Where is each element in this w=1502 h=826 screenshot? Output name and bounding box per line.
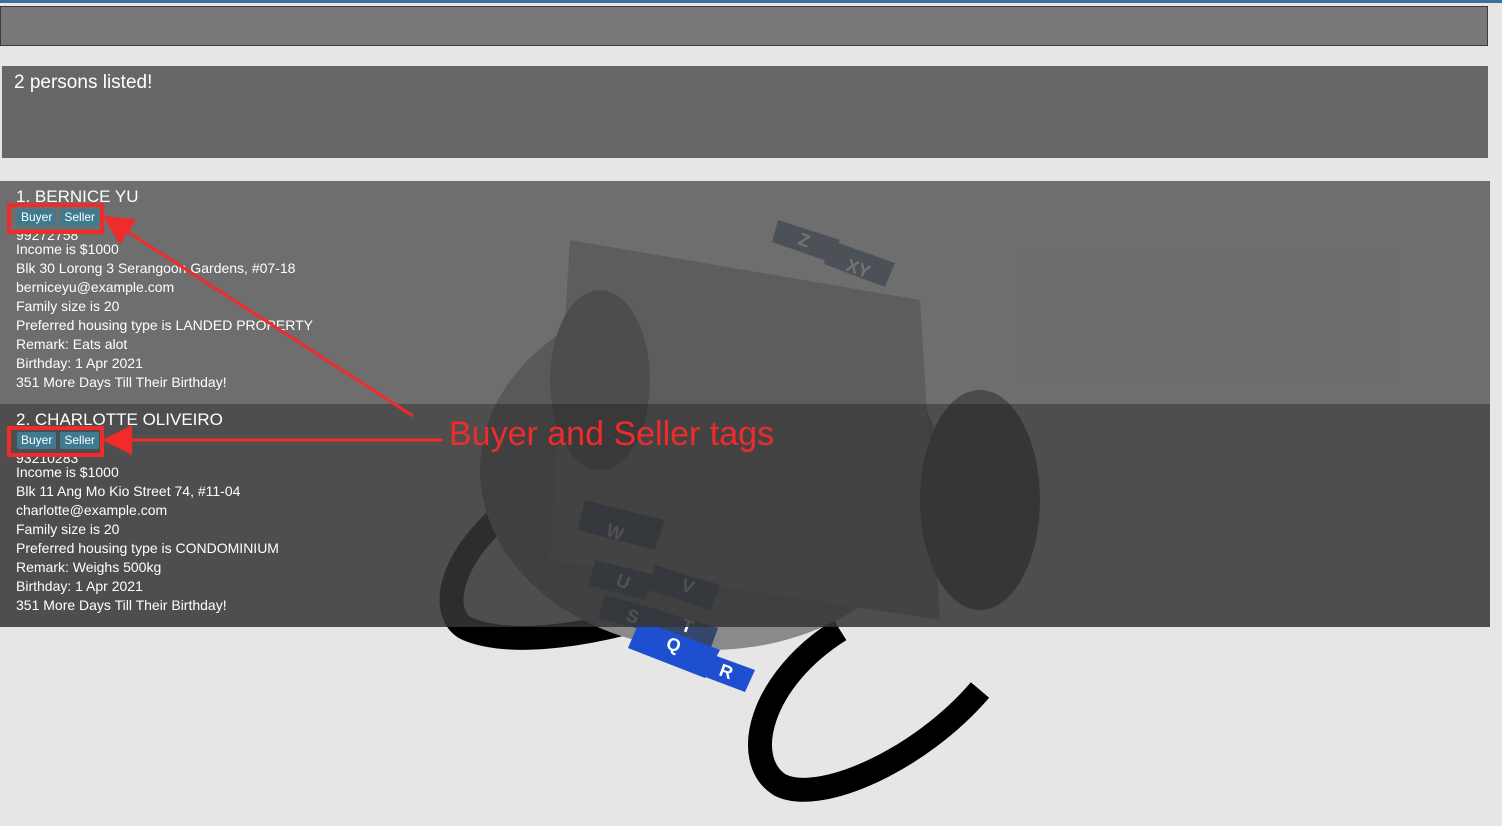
result-display: 2 persons listed! bbox=[2, 66, 1488, 158]
person-family-size: Family size is 20 bbox=[16, 298, 120, 314]
person-address: Blk 11 Ang Mo Kio Street 74, #11-04 bbox=[16, 483, 241, 499]
person-birthday-countdown: 351 More Days Till Their Birthday! bbox=[16, 374, 227, 390]
command-input[interactable] bbox=[0, 6, 1488, 46]
annotation-label: Buyer and Seller tags bbox=[449, 415, 775, 453]
person-birthday: Birthday: 1 Apr 2021 bbox=[16, 355, 143, 371]
person-address: Blk 30 Lorong 3 Serangoon Gardens, #07-1… bbox=[16, 260, 296, 276]
person-name: 1. BERNICE YU bbox=[16, 187, 139, 206]
person-remark: Remark: Weighs 500kg bbox=[16, 559, 162, 575]
person-email: charlotte@example.com bbox=[16, 502, 168, 518]
person-family-size: Family size is 20 bbox=[16, 521, 120, 537]
person-phone: 99272758 bbox=[16, 228, 79, 240]
annotation-box-1 bbox=[7, 203, 104, 234]
person-housing-type: Preferred housing type is LANDED PROPERT… bbox=[16, 317, 313, 333]
tag-list: Buyer Seller bbox=[17, 209, 1474, 228]
person-birthday-countdown: 351 More Days Till Their Birthday! bbox=[16, 597, 227, 613]
result-message: 2 persons listed! bbox=[14, 72, 153, 93]
annotation-box-2 bbox=[7, 426, 104, 457]
person-income: Income is $1000 bbox=[16, 241, 119, 257]
person-list[interactable]: 1. BERNICE YU Buyer Seller 99272758 Inco… bbox=[0, 181, 1490, 627]
person-card-1[interactable]: 1. BERNICE YU Buyer Seller 99272758 Inco… bbox=[0, 181, 1490, 404]
person-remark: Remark: Eats alot bbox=[16, 336, 128, 352]
person-housing-type: Preferred housing type is CONDOMINIUM bbox=[16, 540, 279, 556]
person-birthday: Birthday: 1 Apr 2021 bbox=[16, 578, 143, 594]
person-email: berniceyu@example.com bbox=[16, 279, 175, 295]
window-top-border bbox=[0, 0, 1502, 3]
person-income: Income is $1000 bbox=[16, 464, 119, 480]
